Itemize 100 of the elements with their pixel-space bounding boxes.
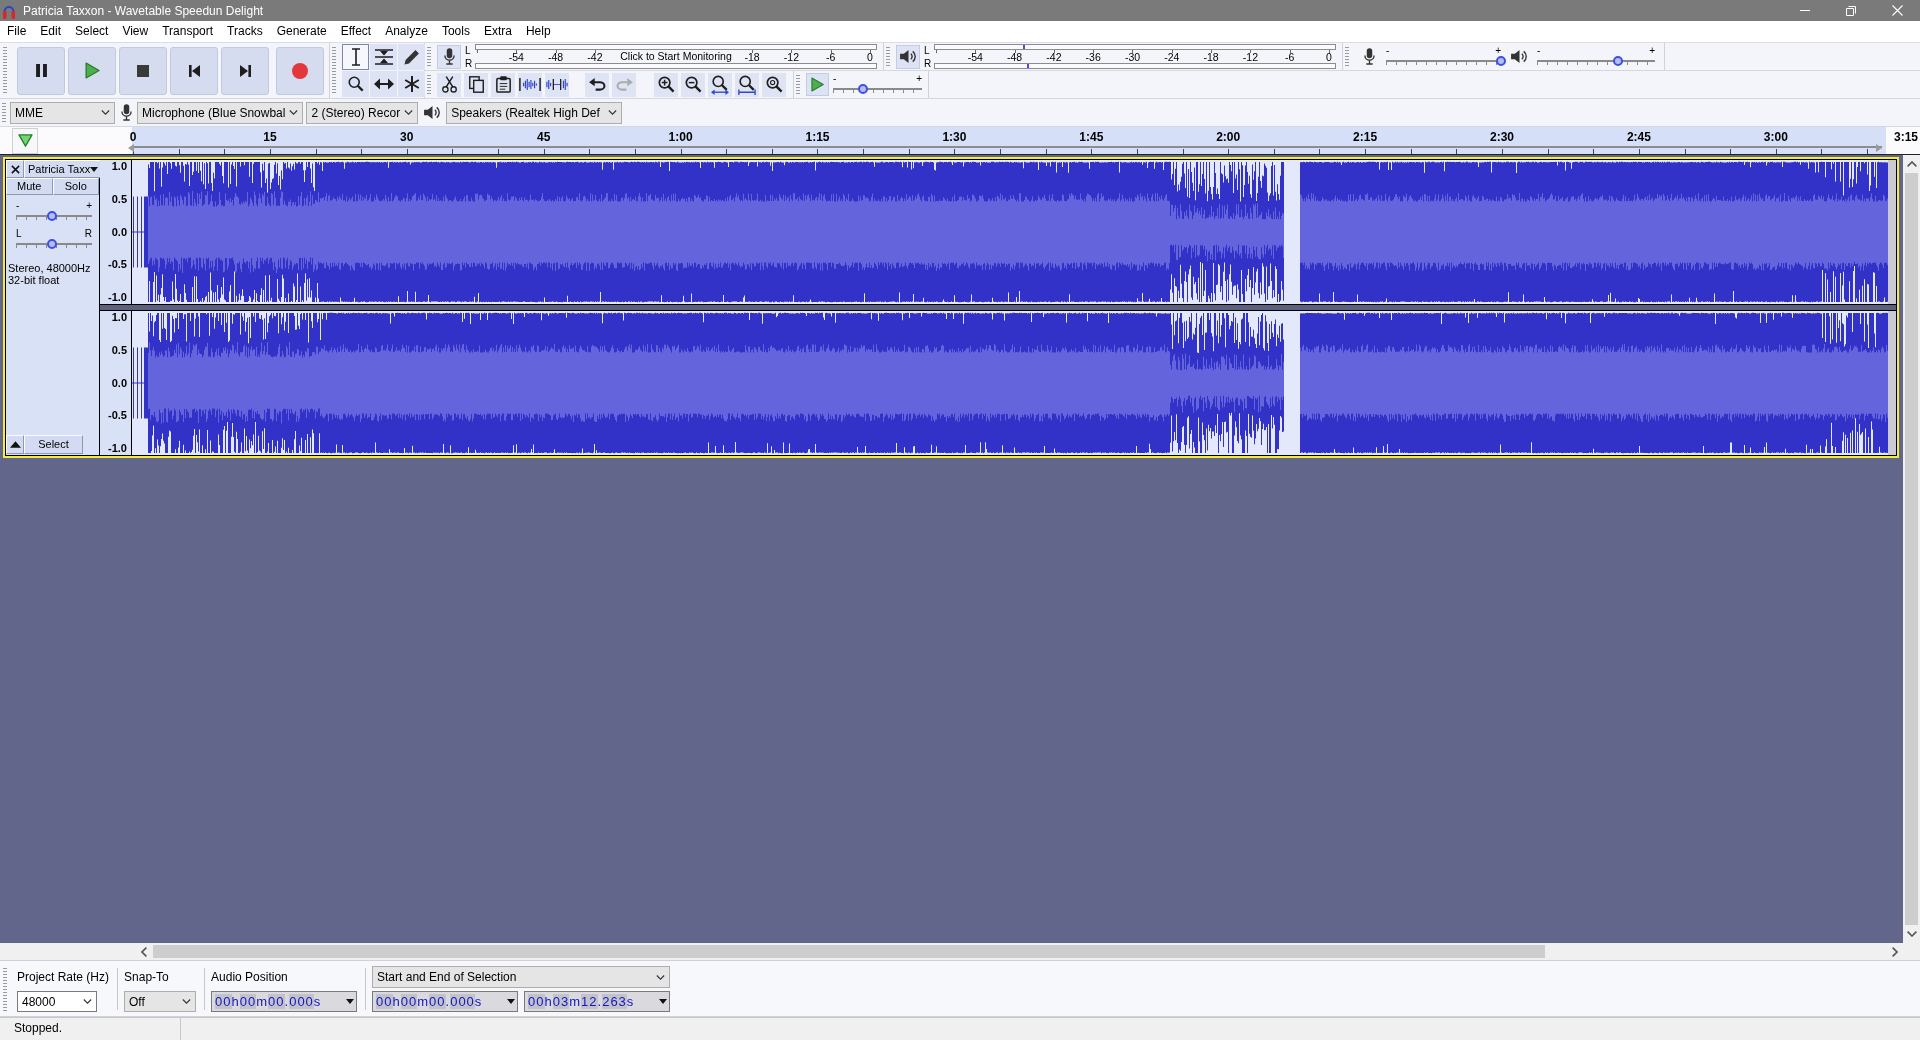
mute-button[interactable]: Mute: [6, 178, 53, 195]
silence-button[interactable]: [545, 72, 569, 97]
menu-item[interactable]: Select: [68, 24, 116, 39]
menu-item[interactable]: Edit: [33, 24, 69, 39]
meter-scale-label: -42: [587, 51, 603, 63]
meter-scale-label: -36: [1085, 51, 1101, 63]
grip-icon[interactable]: [332, 47, 336, 94]
magnifier-icon: [347, 76, 364, 92]
audio-position-field[interactable]: 00h00m00.000s: [211, 991, 358, 1012]
record-icon: [292, 62, 308, 79]
slider-max-label: R: [84, 229, 92, 238]
amplitude-label: 1.0: [111, 311, 127, 324]
grip-icon[interactable]: [427, 75, 431, 94]
level-meter[interactable]: -54 -48 -42 Click to Start Monitoring -18 -12 -6 0: [475, 44, 877, 69]
envelope-tool-button[interactable]: [370, 44, 397, 70]
close-icon[interactable]: [1891, 5, 1903, 16]
speaker-icon[interactable]: [1511, 49, 1528, 64]
grip-icon[interactable]: [427, 47, 431, 66]
menu-item[interactable]: Tracks: [220, 24, 270, 39]
envelope-icon: [374, 49, 393, 65]
record-button[interactable]: [276, 46, 324, 95]
cut-button[interactable]: [437, 72, 461, 97]
zoom-out-button[interactable]: [681, 72, 705, 97]
recording-device-dropdown[interactable]: Microphone (Blue Snowbal: [137, 101, 304, 124]
timeline-options-button[interactable]: [12, 127, 38, 154]
track-name-button[interactable]: Patricia Taxx: [24, 160, 102, 178]
snap-to-dropdown[interactable]: Off: [124, 991, 197, 1012]
meter-scale-label: 0: [867, 51, 873, 63]
waveform[interactable]: [132, 311, 1896, 455]
undo-button[interactable]: [585, 72, 609, 97]
menu-item[interactable]: Tools: [434, 24, 477, 39]
multi-tool-button[interactable]: [398, 71, 425, 97]
select-tool-button[interactable]: [342, 44, 369, 70]
menu-item[interactable]: Effect: [333, 24, 379, 39]
restore-icon[interactable]: [1846, 5, 1856, 16]
zoom-in-button[interactable]: [654, 72, 678, 97]
recording-channels-dropdown[interactable]: 2 (Stereo) Recor: [306, 101, 419, 124]
host-dropdown[interactable]: MME: [10, 101, 115, 124]
field-label: Project Rate (Hz): [17, 969, 110, 986]
slider-thumb[interactable]: [858, 84, 869, 94]
skip-to-start-button[interactable]: [170, 46, 218, 95]
chevron-left-icon[interactable]: [141, 946, 147, 957]
zoom-tool-button[interactable]: [342, 71, 369, 97]
grip-icon[interactable]: [1345, 47, 1349, 66]
amplitude-label: 0.5: [111, 343, 127, 357]
trim-button[interactable]: [518, 72, 542, 97]
paste-button[interactable]: [491, 72, 515, 97]
draw-tool-button[interactable]: [398, 44, 425, 70]
menu-item[interactable]: File: [0, 24, 34, 39]
selection-mode-dropdown[interactable]: Start and End of Selection: [372, 966, 671, 988]
scrollbar-thumb[interactable]: [153, 945, 1545, 958]
selection-end-field[interactable]: 00h03m12.263s: [524, 991, 671, 1012]
slider-thumb[interactable]: [47, 211, 58, 221]
chevron-down-icon: [83, 999, 92, 1004]
scrollbar-thumb[interactable]: [1905, 173, 1918, 925]
grip-icon[interactable]: [886, 47, 890, 66]
speaker-button[interactable]: [896, 44, 920, 69]
collapse-button[interactable]: [6, 435, 24, 454]
grip-icon[interactable]: [2, 103, 6, 122]
stop-button[interactable]: [119, 46, 167, 95]
slider-thumb[interactable]: [47, 239, 58, 249]
play-at-speed-button[interactable]: [806, 73, 829, 96]
skip-to-end-button[interactable]: [221, 46, 269, 95]
selection-start-field[interactable]: 00h00m00.000s: [372, 991, 519, 1012]
track-control-panel[interactable]: Patricia Taxx Mute Solo - + L R Stereo, 48000Hz 32-bit float Select: [6, 160, 100, 455]
playback-device-dropdown[interactable]: Speakers (Realtek High Def: [446, 101, 623, 124]
menu-item[interactable]: Generate: [269, 24, 334, 39]
waveform[interactable]: [132, 160, 1896, 304]
level-meter[interactable]: -54 -48 -42 -36 -30 -24 -18 -12 -6 0: [934, 44, 1336, 69]
copy-button[interactable]: [464, 72, 488, 97]
slider-max-label: +: [916, 74, 922, 83]
microphone-button[interactable]: [437, 44, 461, 69]
time-label: 2:30: [1490, 130, 1514, 144]
microphone-icon[interactable]: [1364, 48, 1375, 65]
slider-thumb[interactable]: [1496, 56, 1506, 66]
select-button[interactable]: Select: [24, 435, 83, 454]
menu-item[interactable]: Analyze: [378, 24, 435, 39]
grip-icon[interactable]: [796, 75, 800, 94]
chevron-up-icon[interactable]: [1906, 161, 1917, 167]
zoom-toggle-button[interactable]: [762, 72, 786, 97]
channel-label: L: [465, 44, 472, 56]
project-rate-combobox[interactable]: 48000: [17, 991, 97, 1012]
chevron-right-icon[interactable]: [1892, 946, 1898, 957]
fit-selection-button[interactable]: [708, 72, 732, 97]
solo-button[interactable]: Solo: [52, 178, 99, 195]
menu-item[interactable]: View: [115, 24, 156, 39]
meter-scale-label: -12: [783, 51, 799, 63]
fit-project-button[interactable]: [735, 72, 759, 97]
time-shift-tool-button[interactable]: [370, 71, 397, 97]
chevron-down-icon[interactable]: [1906, 931, 1917, 937]
grip-icon[interactable]: [3, 47, 7, 94]
pause-button[interactable]: [17, 46, 65, 95]
timeline-ruler[interactable]: 0 15 30 45 1:00 1:15 1:30 1:45 2:00 2:15 2:30 2:45 3:00 3:15: [126, 127, 1920, 154]
menu-item[interactable]: Transport: [155, 24, 221, 39]
menu-item[interactable]: Extra: [476, 24, 519, 39]
monitoring-prompt[interactable]: Click to Start Monitoring: [618, 50, 734, 63]
slider-thumb[interactable]: [1613, 56, 1624, 66]
grip-icon[interactable]: [3, 968, 7, 1012]
meter-scale-label: 0: [1326, 51, 1332, 63]
menu-item[interactable]: Help: [518, 24, 558, 39]
